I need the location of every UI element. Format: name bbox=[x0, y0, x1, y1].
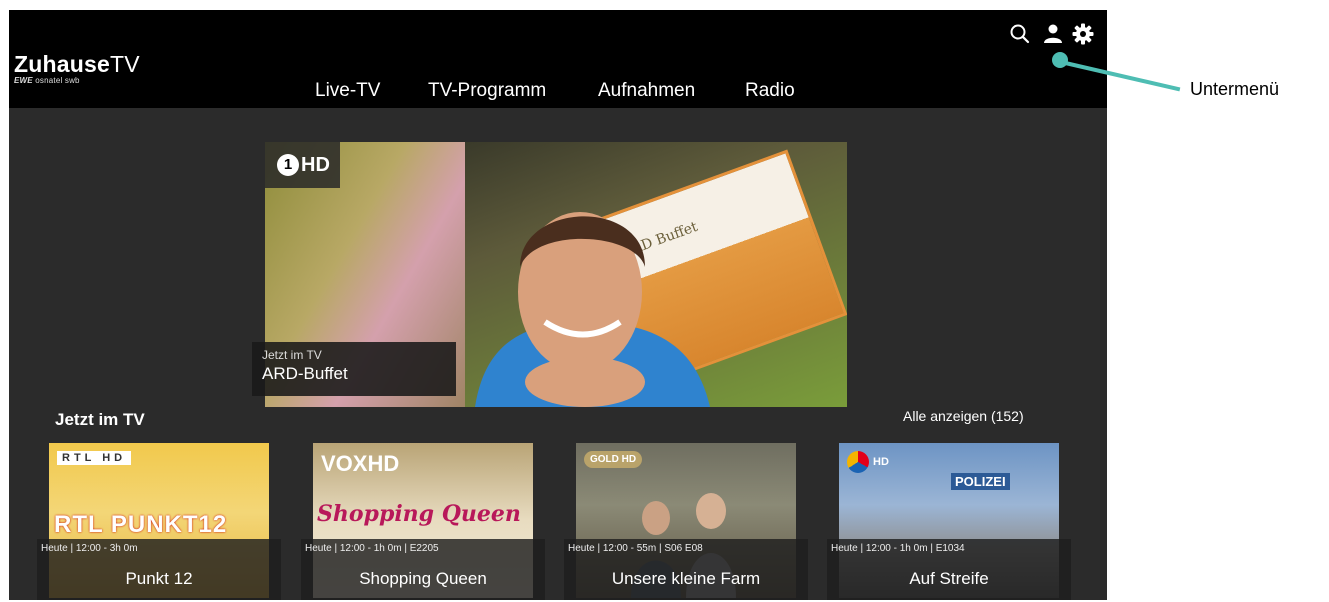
card-title: Auf Streife bbox=[909, 569, 989, 588]
logo-partners: osnatel swb bbox=[32, 76, 80, 85]
card-art-text: Shopping Queen bbox=[317, 501, 521, 527]
callout-label: Untermenü bbox=[1190, 79, 1280, 99]
channel-badge: 1 HD bbox=[265, 142, 340, 188]
callout-dot bbox=[1052, 52, 1068, 68]
profile-icon[interactable] bbox=[1041, 22, 1065, 46]
card-title: Punkt 12 bbox=[125, 569, 193, 588]
channel-number-icon: 1 bbox=[277, 154, 299, 176]
program-card[interactable]: GOLD HD Heute | 12:00 - 55m | S06 E08 Un… bbox=[564, 443, 808, 600]
nav-item-tv-programm[interactable]: TV-Programm bbox=[428, 80, 546, 102]
hero-title: ARD-Buffet bbox=[262, 364, 348, 383]
program-card[interactable]: VOXHD Shopping Queen Heute | 12:00 - 1h … bbox=[301, 443, 545, 600]
section-title: Jetzt im TV bbox=[55, 410, 145, 429]
logo-tv-text: TV bbox=[109, 51, 140, 77]
top-bar: ZuhauseTV EWE osnatel swb Live-TV TV-Pro… bbox=[9, 10, 1107, 108]
card-art-text: POLIZEI bbox=[951, 473, 1010, 490]
program-card[interactable]: RTL HD RTL PUNKT12 Heute | 12:00 - 3h 0m… bbox=[37, 443, 281, 600]
card-title: Unsere kleine Farm bbox=[611, 569, 761, 588]
card-meta: Heute | 12:00 - 55m | S06 E08 Unsere kle… bbox=[564, 539, 808, 600]
nav-item-live-tv[interactable]: Live-TV bbox=[315, 80, 380, 102]
card-meta: Heute | 12:00 - 1h 0m | E1034 Auf Streif… bbox=[827, 539, 1071, 600]
card-title: Shopping Queen bbox=[359, 569, 487, 588]
nav-item-radio[interactable]: Radio bbox=[745, 80, 795, 102]
hero-label: Jetzt im TV bbox=[262, 348, 322, 362]
channel-logo: VOXHD bbox=[321, 451, 400, 476]
settings-icon[interactable] bbox=[1071, 22, 1095, 46]
channel-name: HD bbox=[301, 153, 330, 176]
tv-app-screen: ZuhauseTV EWE osnatel swb Live-TV TV-Pro… bbox=[9, 10, 1107, 600]
card-time: Heute | 12:00 - 55m | S06 E08 bbox=[568, 543, 703, 554]
card-meta: Heute | 12:00 - 3h 0m Punkt 12 bbox=[37, 539, 281, 600]
search-icon[interactable] bbox=[1008, 22, 1032, 46]
card-time: Heute | 12:00 - 3h 0m bbox=[41, 543, 138, 554]
channel-logo: GOLD HD bbox=[584, 451, 643, 468]
app-logo[interactable]: ZuhauseTV EWE osnatel swb bbox=[14, 52, 140, 85]
channel-logo: RTL HD bbox=[57, 451, 132, 465]
card-time: Heute | 12:00 - 1h 0m | E2205 bbox=[305, 543, 439, 554]
hero-info-box: Jetzt im TV ARD-Buffet bbox=[252, 342, 456, 396]
channel-name: HD bbox=[873, 456, 889, 468]
logo-partner-brand: EWE bbox=[14, 76, 33, 85]
logo-main-text: Zuhause bbox=[14, 51, 110, 77]
hero-presenter-image bbox=[475, 212, 710, 407]
card-time: Heute | 12:00 - 1h 0m | E1034 bbox=[831, 543, 965, 554]
card-meta: Heute | 12:00 - 1h 0m | E2205 Shopping Q… bbox=[301, 539, 545, 600]
nav-item-aufnahmen[interactable]: Aufnahmen bbox=[598, 80, 695, 102]
show-all-link[interactable]: Alle anzeigen (152) bbox=[903, 408, 1024, 424]
channel-logo: HD bbox=[847, 451, 889, 473]
card-art-text: RTL PUNKT12 bbox=[54, 511, 228, 538]
program-card[interactable]: HD POLIZEI Heute | 12:00 - 1h 0m | E1034… bbox=[827, 443, 1071, 600]
channel-logo-icon bbox=[847, 451, 869, 473]
